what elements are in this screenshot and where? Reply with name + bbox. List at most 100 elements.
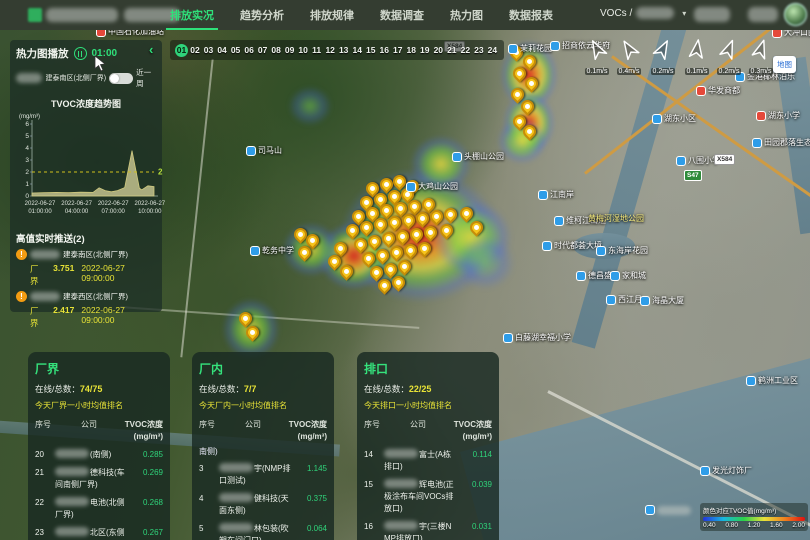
hour-02[interactable]: 02 (189, 44, 202, 57)
wind-arrow-icon (715, 35, 744, 64)
hour-17[interactable]: 17 (391, 44, 404, 57)
monitor-pin-marker[interactable] (467, 218, 485, 236)
range-toggle[interactable] (109, 73, 133, 84)
wind-arrow-icon (685, 37, 710, 62)
hour-04[interactable]: 04 (216, 44, 229, 57)
heatmap-blob (288, 86, 332, 126)
table-row[interactable]: 23 北区(东侧厂界) 0.267 (35, 527, 163, 540)
svg-text:0: 0 (25, 193, 29, 200)
hour-14[interactable]: 14 (351, 44, 364, 57)
avatar[interactable] (784, 3, 807, 26)
table-row[interactable]: 16 宇(三楼NMP排放口) 0.031 (364, 521, 492, 540)
hour-01[interactable]: 01 (175, 44, 188, 57)
map-poi-icon (696, 86, 706, 96)
wind-indicator-4: 0.2m/s (712, 38, 746, 78)
row-company: 北区(东侧厂界) (55, 527, 127, 540)
monitor-pin-marker[interactable] (457, 204, 475, 222)
hour-18[interactable]: 18 (405, 44, 418, 57)
nav-item-0[interactable]: 排放实况 (168, 0, 216, 30)
tvoc-color-legend: 颜色对应TVOC值(mg/m³) 0.400.801.201.602.00 (700, 503, 808, 531)
nav-item-5[interactable]: 数据报表 (507, 0, 555, 30)
company-redacted (30, 250, 60, 259)
hour-09[interactable]: 09 (283, 44, 296, 57)
panel-collapse-chevron-icon[interactable]: ‹ (149, 42, 153, 57)
hour-13[interactable]: 13 (337, 44, 350, 57)
nav-item-2[interactable]: 排放规律 (308, 0, 356, 30)
map-poi-icon (676, 156, 686, 166)
map-poi-icon (756, 111, 766, 121)
panel-title: 厂内 (199, 360, 327, 377)
hour-06[interactable]: 06 (243, 44, 256, 57)
hour-08[interactable]: 08 (270, 44, 283, 57)
hour-24[interactable]: 24 (486, 44, 499, 57)
map-type-toggle: 地图混合 (773, 56, 796, 73)
map-toggle-map[interactable]: 地图 (773, 56, 796, 73)
company-redacted (219, 463, 253, 472)
hour-11[interactable]: 11 (310, 44, 323, 57)
svg-text:2022-06-27: 2022-06-27 (61, 201, 92, 207)
hour-22[interactable]: 22 (459, 44, 472, 57)
wind-speed: 0.1m/s (685, 68, 708, 75)
table-row[interactable]: 4 健科技(天面东侧) 0.375 (199, 493, 327, 517)
logo-text-redacted (46, 8, 118, 22)
table-row[interactable]: 3 宇(NMP排口测试) 1.145 (199, 463, 327, 487)
monitor-pin-marker[interactable] (437, 221, 455, 239)
rank-panel-排口[interactable]: 排口 在线/总数：22/25 今天排口一小时均值排名 序号公司 TVOC浓度(m… (357, 352, 499, 540)
hour-10[interactable]: 10 (297, 44, 310, 57)
push-value: 3.751 (53, 263, 74, 287)
panel-subtitle: 今天厂界一小时均值排名 (35, 400, 163, 411)
company-redacted (384, 479, 418, 488)
svg-text:2022-06-27: 2022-06-27 (98, 201, 129, 207)
pause-button[interactable] (74, 47, 87, 60)
user-control-redacted[interactable] (694, 7, 730, 22)
map-poi-label: 时代都荟大境 (542, 240, 602, 251)
rank-panel-厂界[interactable]: 厂界 在线/总数：74/75 今天厂界一小时均值排名 序号公司 TVOC浓度(m… (28, 352, 170, 540)
table-row[interactable]: 14 富士(A栋排口) 0.114 (364, 449, 492, 473)
svg-text:07:00:00: 07:00:00 (102, 209, 126, 215)
row-overflow-text: 南侧) (199, 446, 327, 457)
push-item[interactable]: ! 建泰南区(北侧厂界) 厂界 3.751 2022-06-27 09:00:0… (16, 249, 156, 287)
mouse-cursor-icon (94, 55, 106, 72)
hour-16[interactable]: 16 (378, 44, 391, 57)
vocs-selector[interactable]: VOCs / ▾ (600, 7, 686, 19)
nav-item-4[interactable]: 热力图 (448, 0, 485, 30)
vocs-label: VOCs / (600, 8, 632, 19)
nav-item-1[interactable]: 趋势分析 (238, 0, 286, 30)
row-seq: 4 (199, 493, 219, 517)
main-nav: 排放实况趋势分析排放规律数据调查热力图数据报表 (168, 0, 555, 30)
table-row[interactable]: 20 (南侧) 0.285 (35, 449, 163, 461)
hour-20[interactable]: 20 (432, 44, 445, 57)
nav-item-3[interactable]: 数据调查 (378, 0, 426, 30)
route-badge: X584 (714, 154, 735, 165)
table-row[interactable]: 21 德科技(车间南侧厂界) 0.269 (35, 467, 163, 491)
row-company: 宇(三楼NMP排放口) (384, 521, 456, 540)
legend-gradient-bar (703, 517, 805, 521)
wind-arrow-icon (582, 34, 612, 64)
map-poi-label: 东海岸花园 (596, 245, 648, 256)
table-row[interactable]: 15 辉电池(正极涂布车间VOCs排放口) 0.039 (364, 479, 492, 515)
hour-19[interactable]: 19 (418, 44, 431, 57)
map-poi-icon (652, 114, 662, 124)
hour-23[interactable]: 23 (472, 44, 485, 57)
legend-tick: 1.20 (748, 522, 761, 529)
range-label: 近一周 (136, 67, 156, 89)
hour-15[interactable]: 15 (364, 44, 377, 57)
push-item[interactable]: ! 建泰西区(北侧厂界) 厂界 2.417 2022-06-27 09:00:0… (16, 291, 156, 329)
legend-title: 颜色对应TVOC值(mg/m³) (703, 505, 805, 515)
user-control-redacted[interactable] (748, 7, 778, 22)
hour-21[interactable]: 21 (445, 44, 458, 57)
hour-07[interactable]: 07 (256, 44, 269, 57)
map-poi-icon (538, 190, 548, 200)
hour-12[interactable]: 12 (324, 44, 337, 57)
hour-05[interactable]: 05 (229, 44, 242, 57)
chevron-down-icon: ▾ (682, 9, 686, 18)
map-poi-icon (503, 333, 513, 343)
rank-panel-厂内[interactable]: 厂内 在线/总数：7/7 今天厂内一小时均值排名 序号公司 TVOC浓度(mg/… (192, 352, 334, 540)
table-row[interactable]: 5 林包装(吹塑车间门口) 0.064 (199, 523, 327, 540)
monitor-pin-marker[interactable] (441, 205, 459, 223)
hour-03[interactable]: 03 (202, 44, 215, 57)
row-company: 电池(北侧厂界) (55, 497, 127, 521)
row-value: 0.064 (291, 523, 327, 540)
table-row[interactable]: 22 电池(北侧厂界) 0.268 (35, 497, 163, 521)
map-poi-label: 湖东小区 (652, 113, 696, 124)
